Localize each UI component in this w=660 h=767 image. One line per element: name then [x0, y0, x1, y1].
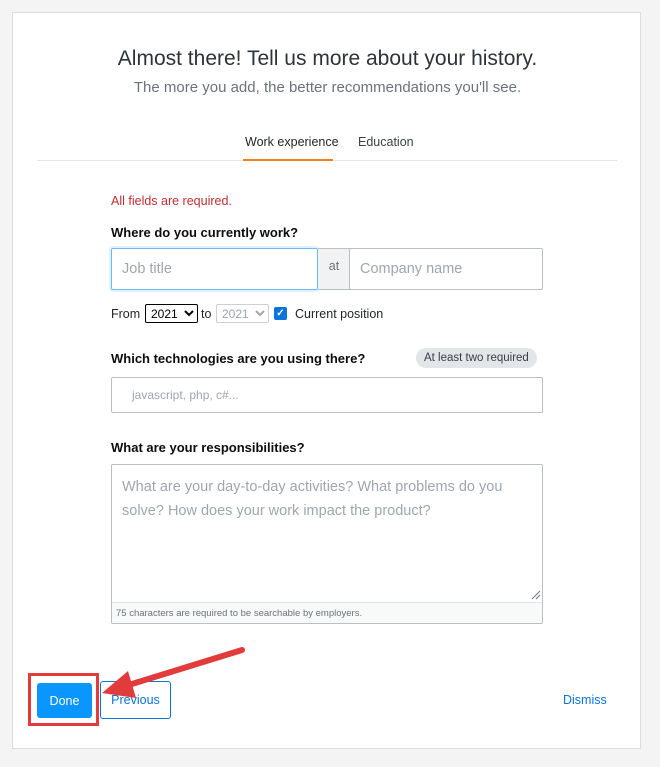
annotation-arrow-icon: [102, 647, 245, 698]
